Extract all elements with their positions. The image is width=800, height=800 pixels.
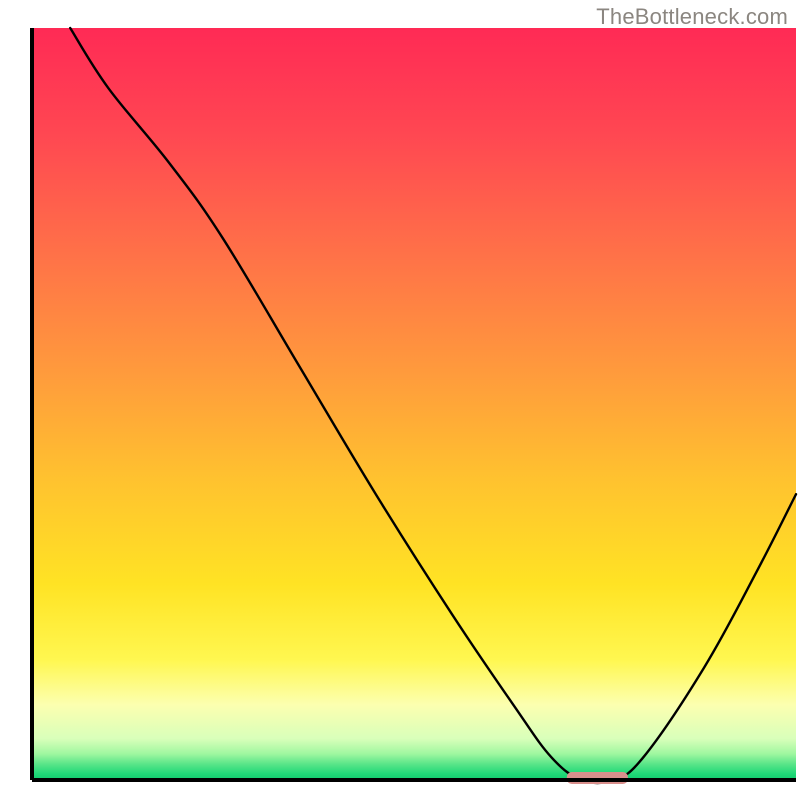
plot-background bbox=[32, 28, 796, 780]
watermark-text: TheBottleneck.com bbox=[596, 4, 788, 30]
bottleneck-chart bbox=[0, 0, 800, 800]
